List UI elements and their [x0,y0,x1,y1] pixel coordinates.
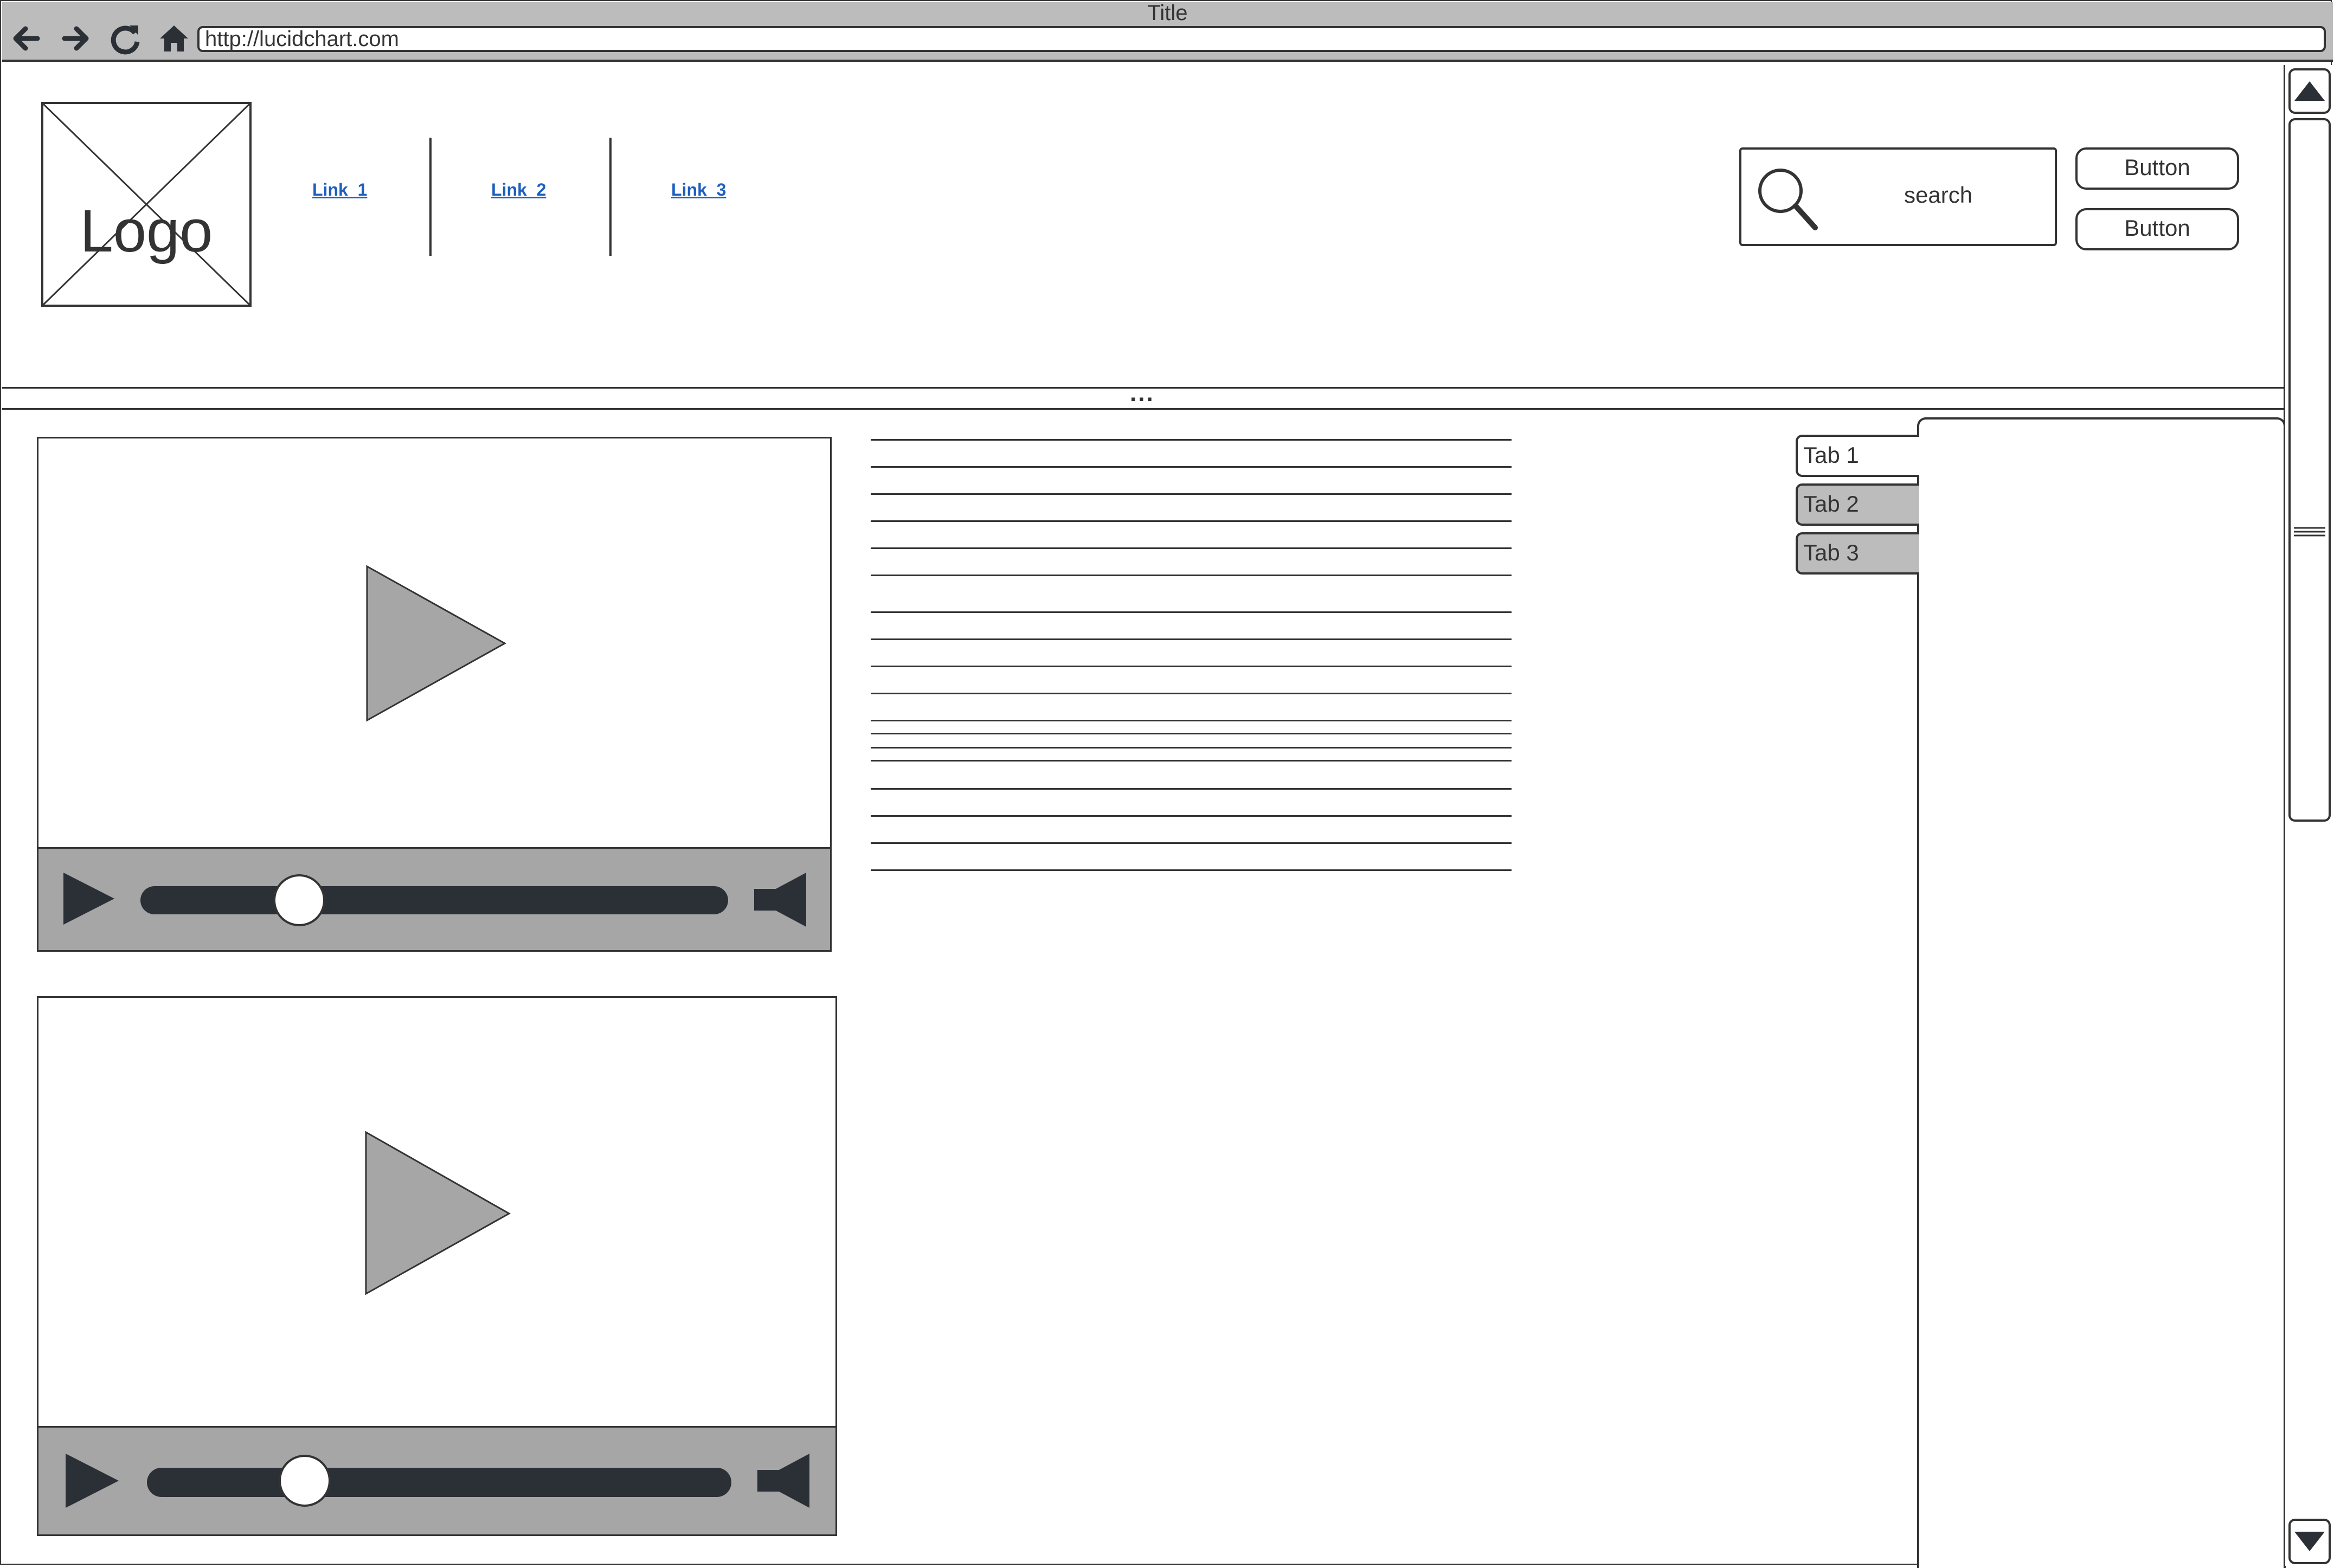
vertical-scrollbar[interactable] [2284,65,2332,1566]
text-line [871,575,1512,576]
tab-panel [1917,417,2286,1568]
text-line [871,842,1512,844]
logo-placeholder: Logo [41,102,252,307]
text-line [871,747,1512,748]
text-line [871,466,1512,468]
text-line [871,493,1512,495]
section-divider[interactable]: ... [2,380,2285,410]
text-line [871,788,1512,790]
divider-dots: ... [1130,380,1155,406]
progress-knob[interactable] [279,1455,331,1507]
header-button-1[interactable]: Button [2075,147,2239,190]
play-icon[interactable] [62,872,117,926]
progress-track[interactable] [147,1468,731,1497]
scroll-thumb[interactable] [2288,118,2331,822]
volume-icon[interactable] [757,1454,812,1508]
progress-track[interactable] [140,886,728,914]
video-player[interactable] [37,437,832,952]
nav-divider [609,138,612,256]
home-icon[interactable] [155,20,193,57]
nav-link-1[interactable]: Link_1 [312,180,367,200]
forward-arrow-icon[interactable] [57,20,95,57]
url-field[interactable]: http://lucidchart.com [197,26,2326,52]
browser-titlebar: Title http://lucidchart.com [2,1,2333,62]
text-line [871,733,1512,734]
text-line [871,760,1512,762]
tab-3[interactable]: Tab 3 [1796,532,1919,575]
header-button-2[interactable]: Button [2075,208,2239,250]
text-line [871,520,1512,522]
tab-2[interactable]: Tab 2 [1796,483,1919,526]
logo-label: Logo [80,198,213,264]
scroll-up-icon[interactable] [2288,68,2331,114]
text-line [871,815,1512,817]
play-icon[interactable] [65,1453,121,1509]
text-line [871,547,1512,549]
browser-page: Title http://lucidchart.com Logo Link_1 … [0,0,2334,1568]
magnifier-icon [1758,169,1818,230]
scroll-down-icon[interactable] [2288,1519,2331,1564]
video-controls [38,1426,835,1534]
nav-link-3[interactable]: Link_3 [671,180,726,200]
window-title: Title [1147,1,1188,25]
play-icon[interactable] [365,1131,511,1296]
text-line [871,720,1512,721]
grip-icon [2294,527,2325,537]
browser-window: Title http://lucidchart.com Logo Link_1 … [0,0,2333,1568]
search-placeholder: search [1904,182,1973,208]
nav-divider [429,138,432,256]
text-line [871,869,1512,871]
text-line [871,638,1512,640]
back-arrow-icon[interactable] [7,20,44,57]
tab-1[interactable]: Tab 1 [1796,435,1919,477]
volume-icon[interactable] [754,873,808,927]
text-line [871,693,1512,694]
text-line [871,666,1512,667]
search-input[interactable]: search [1739,147,2057,246]
text-line [871,439,1512,441]
refresh-icon[interactable] [106,20,144,57]
play-icon[interactable] [366,565,507,722]
nav-link-2[interactable]: Link_2 [491,180,546,200]
video-controls [38,847,830,950]
text-line [871,611,1512,613]
video-player[interactable] [37,996,837,1536]
progress-knob[interactable] [273,874,325,926]
